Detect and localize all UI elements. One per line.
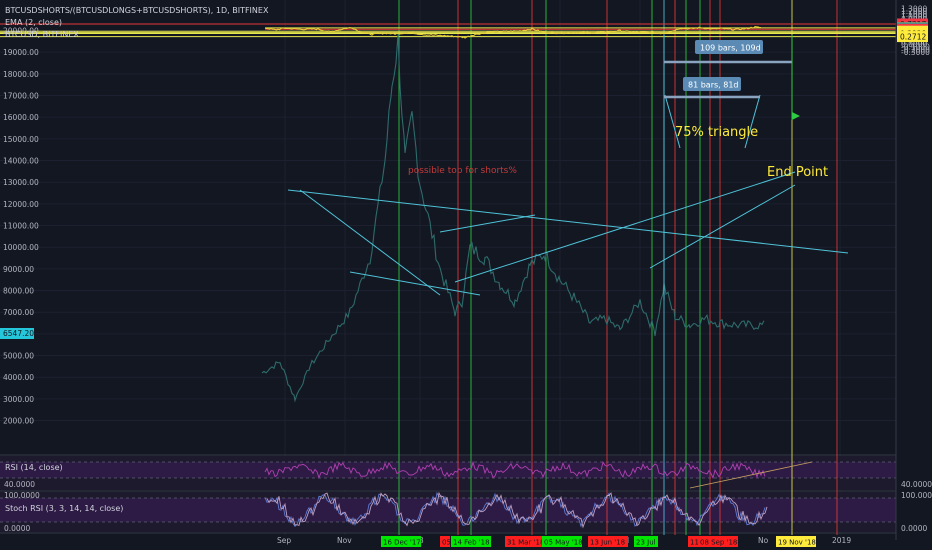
end-point-annotation: End Point [767,165,828,180]
bars-109-label: 109 bars, 109d [700,44,761,53]
left-axis-tick: 17000.00 [3,92,39,101]
stoch-left-top-tick: 100.0000 [4,491,40,500]
rsi-right-tick: 40.0000 [901,480,932,489]
trendline [454,171,796,283]
left-axis-tick: 11000.00 [3,222,39,231]
stoch-right-top-tick: 100.0000 [901,491,932,500]
x-axis-tick: Sep [277,536,291,545]
left-axis-tick: 8000.00 [3,287,34,296]
left-axis-tick: 15000.00 [3,135,39,144]
stoch-left-bottom-tick: 0.0000 [4,524,30,533]
right-axis-tick: -0.3000 [901,48,930,57]
chart-canvas[interactable]: 20000.0019000.0018000.0017000.0016000.00… [0,0,932,550]
trendline [649,184,796,269]
left-axis-tick: 4000.00 [3,373,34,382]
trendline [299,189,441,296]
trendline [744,94,761,149]
left-price-badge-text: 6547.20 [3,329,34,338]
left-axis-tick: 3000.00 [3,395,34,404]
date-label: 08 Sep '18 [700,539,737,547]
left-axis-tick: 2000.00 [3,417,34,426]
date-label: 05 May '18 [544,539,583,547]
date-label: 31 Mar '18 [507,539,544,547]
left-axis-tick: 13000.00 [3,178,39,187]
x-axis-tick: Nov [337,536,352,545]
date-label: 23 Jul [636,539,656,547]
trendline [439,214,536,233]
triangle-annotation: 75% triangle [675,125,758,140]
left-axis-tick: 7000.00 [3,308,34,317]
left-axis-tick: 19000.00 [3,48,39,57]
indicator-panels [0,454,896,534]
left-axis-tick: 18000.00 [3,70,39,79]
left-axis-tick: 9000.00 [3,265,34,274]
stoch-right-bottom-tick: 0.0000 [901,524,927,533]
price-label: 0.2712 [900,33,926,42]
date-label: 05 [442,539,451,547]
ema-indicator-label: EMA (2, close) [5,18,62,27]
chart-symbol-title: BTCUSDSHORTS/(BTCUSDLONGS+BTCUSDSHORTS),… [5,6,269,15]
date-label: 16 Dec '17 [383,539,421,547]
left-axis-tick: 10000.00 [3,243,39,252]
flag-icon [792,112,800,120]
left-axis-tick: 12000.00 [3,200,39,209]
left-axis-tick: 16000.00 [3,113,39,122]
left-axis-tick: 5000.00 [3,352,34,361]
trendline [349,271,481,296]
x-axis-tick: No [758,536,769,545]
x-axis-tick: 2019 [832,536,851,545]
date-label: 13 Jun '18 [590,539,625,547]
possible-top-annotation: possible top for shorts% [408,166,517,176]
bars-81-label: 81 bars, 81d [688,81,739,90]
rsi-title: RSI (14, close) [5,463,63,472]
date-label: 19 Nov '18 [778,539,816,547]
compare-symbol-label: BTCUSD, BITFINEX [5,30,79,39]
rsi-band [0,462,896,478]
date-label: 14 Feb '18 [453,539,490,547]
rsi-left-tick: 40.0000 [4,480,35,489]
left-axis-tick: 14000.00 [3,157,39,166]
trendlines [287,35,849,300]
trendline [664,94,681,149]
stoch-rsi-title: Stoch RSI (3, 3, 14, 14, close) [5,504,124,513]
